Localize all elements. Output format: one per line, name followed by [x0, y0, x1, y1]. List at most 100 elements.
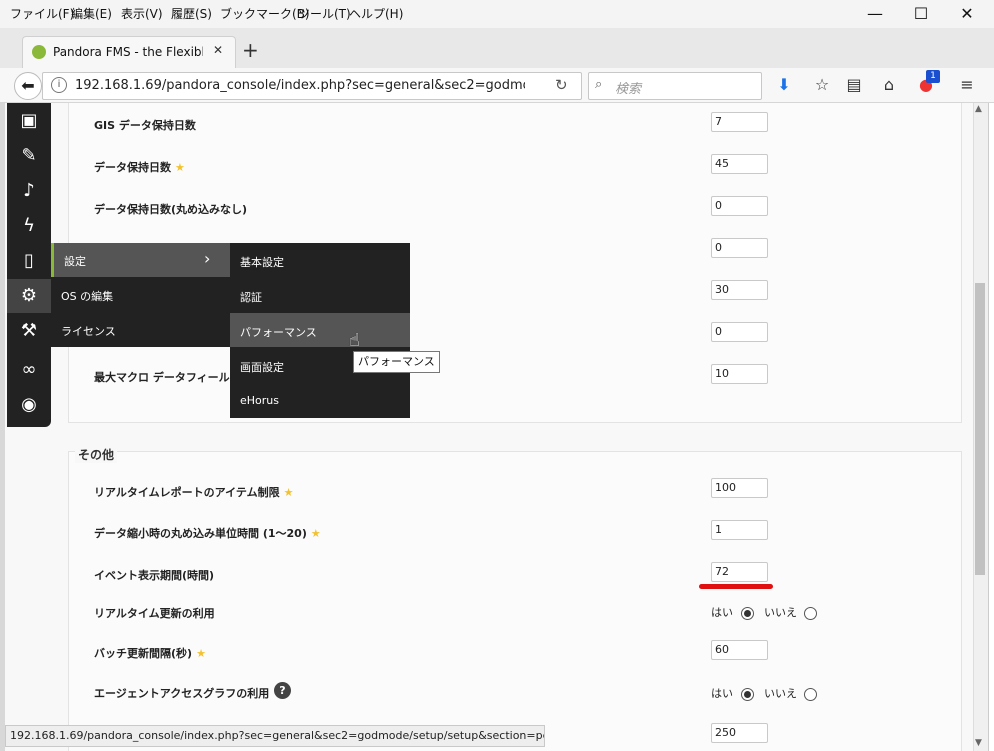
- ehorus-icon[interactable]: ◉: [7, 388, 51, 422]
- right-window-frame: [988, 103, 994, 751]
- radio-no-label: いいえ: [764, 687, 797, 700]
- data-retention-input[interactable]: 45: [711, 154, 768, 174]
- realtime-no-radio[interactable]: [804, 607, 817, 620]
- red-underline-annotation: [699, 584, 773, 589]
- close-window-button[interactable]: ✕: [944, 0, 990, 28]
- batch-interval-input[interactable]: 60: [711, 640, 768, 660]
- setting-label: 最大マクロ データフィールド: [94, 371, 241, 384]
- menu-edit[interactable]: 編集(E): [71, 5, 112, 22]
- menu-tools[interactable]: ツール(T): [298, 5, 351, 22]
- reader-icon[interactable]: ▤: [842, 74, 866, 96]
- realtime-report-limit-input[interactable]: 100: [711, 478, 768, 498]
- star-icon: ★: [196, 647, 206, 660]
- gis-retention-input[interactable]: 7: [711, 112, 768, 132]
- setting-label: データ保持日数 ★: [94, 161, 185, 174]
- scroll-up-icon[interactable]: ▲: [975, 104, 982, 114]
- setting-label: イベント表示期間(時間): [94, 569, 215, 582]
- menu-item-label: ライセンス: [61, 325, 116, 338]
- hand-cursor-icon: ☝: [349, 330, 360, 351]
- data-retention-raw-input[interactable]: 0: [711, 196, 768, 216]
- tooltip: パフォーマンス: [353, 351, 440, 373]
- info-icon[interactable]: i: [51, 77, 67, 93]
- submenu-label: 基本設定: [240, 256, 284, 269]
- chevron-right-icon: ›: [204, 249, 211, 268]
- status-bar-url: 192.168.1.69/pandora_console/index.php?s…: [5, 725, 545, 747]
- tools-icon[interactable]: ⚒: [7, 314, 51, 348]
- star-icon: ★: [175, 161, 185, 174]
- wrench-icon[interactable]: ✎: [7, 139, 51, 173]
- menu-history[interactable]: 履歴(S): [171, 5, 212, 22]
- menu-item-label: OS の編集: [61, 290, 114, 303]
- search-placeholder: 検索: [615, 82, 642, 97]
- device-icon[interactable]: ▯: [7, 244, 51, 278]
- star-icon: ★: [283, 486, 294, 499]
- rounding-unit-input[interactable]: 1: [711, 520, 768, 540]
- bell-icon[interactable]: ♪: [7, 174, 51, 208]
- notification-badge: 1: [926, 70, 940, 83]
- macro-field-input[interactable]: 10: [711, 364, 768, 384]
- search-icon: ⌕: [595, 77, 603, 92]
- home-icon[interactable]: ⌂: [877, 74, 901, 96]
- browser-tab[interactable]: Pandora FMS - the Flexible M ✕: [22, 36, 236, 69]
- submenu-label: 認証: [240, 291, 262, 304]
- search-bar[interactable]: ⌕ 検索: [588, 72, 762, 100]
- submenu-ehorus[interactable]: eHorus: [230, 383, 410, 417]
- submenu-performance[interactable]: パフォーマンス: [230, 313, 410, 347]
- setting-label: エージェントアクセスグラフの利用: [94, 687, 270, 700]
- setting-input[interactable]: 30: [711, 280, 768, 300]
- menu-bar: ファイル(F) 編集(E) 表示(V) 履歴(S) ブックマーク(B) ツール(…: [0, 0, 994, 29]
- pandora-sidebar: ▣ ✎ ♪ ϟ ▯ ⚙ ⚒ ∞ ◉: [7, 103, 51, 427]
- page-content: GIS データ保持日数 7 データ保持日数 ★ 45 データ保持日数(丸め込みなし…: [5, 103, 973, 751]
- menu-bookmarks[interactable]: ブックマーク(B): [220, 5, 310, 22]
- setting-label: リアルタイム更新の利用: [94, 607, 215, 620]
- url-text: 192.168.1.69/pandora_console/index.php?s…: [75, 78, 525, 93]
- link-icon[interactable]: ∞: [7, 353, 51, 387]
- submenu-general[interactable]: 基本設定: [230, 243, 410, 277]
- submenu-label: eHorus: [240, 394, 279, 407]
- menu-help[interactable]: ヘルプ(H): [349, 5, 403, 22]
- realtime-yes-radio[interactable]: [741, 607, 754, 620]
- setting-label: リアルタイムレポートのアイテム制限 ★: [94, 486, 294, 499]
- menu-item-setup[interactable]: 設定 ›: [51, 243, 233, 277]
- setup-submenu: 基本設定 認証 パフォーマンス 画面設定 eHorus: [230, 243, 410, 418]
- submenu-label: パフォーマンス: [240, 326, 317, 339]
- minimize-button[interactable]: —: [852, 0, 898, 28]
- contact-card-icon[interactable]: ▣: [7, 104, 51, 138]
- url-bar[interactable]: i 192.168.1.69/pandora_console/index.php…: [42, 72, 582, 100]
- hamburger-icon[interactable]: ≡: [955, 74, 979, 96]
- back-arrow-icon[interactable]: ⬅: [14, 72, 42, 100]
- radio-no-label: いいえ: [764, 606, 797, 619]
- scroll-down-icon[interactable]: ▼: [975, 738, 982, 748]
- setting-label: データ保持日数(丸め込みなし): [94, 203, 248, 216]
- setting-input[interactable]: 0: [711, 238, 768, 258]
- setting-label: データ縮小時の丸め込み単位時間 (1〜20) ★: [94, 527, 321, 540]
- close-tab-icon[interactable]: ✕: [213, 43, 223, 57]
- setting-label: バッチ更新間隔(秒) ★: [94, 647, 206, 660]
- menu-item-license[interactable]: ライセンス: [51, 313, 230, 347]
- agent-graph-no-radio[interactable]: [804, 688, 817, 701]
- menu-view[interactable]: 表示(V): [121, 5, 163, 22]
- maximize-button[interactable]: ☐: [898, 0, 944, 28]
- submenu-label: 画面設定: [240, 361, 284, 374]
- menu-file[interactable]: ファイル(F): [10, 5, 74, 22]
- submenu-auth[interactable]: 認証: [230, 278, 410, 312]
- scrollbar-thumb[interactable]: [975, 283, 985, 575]
- gear-icon[interactable]: ⚙: [7, 279, 51, 313]
- setting-input[interactable]: 250: [711, 723, 768, 743]
- event-view-hours-input[interactable]: 72: [711, 562, 768, 582]
- setup-menu: 設定 › OS の編集 ライセンス: [51, 243, 233, 347]
- menu-item-os-edit[interactable]: OS の編集: [51, 278, 230, 312]
- reload-icon[interactable]: ↻: [555, 76, 568, 94]
- star-icon: ★: [310, 527, 321, 540]
- star-icon[interactable]: ☆: [810, 74, 834, 96]
- setting-input[interactable]: 0: [711, 322, 768, 342]
- setting-label: GIS データ保持日数: [94, 119, 196, 132]
- download-icon[interactable]: ⬇: [772, 74, 796, 96]
- lightning-icon[interactable]: ϟ: [7, 209, 51, 243]
- help-icon[interactable]: ?: [274, 682, 291, 699]
- pandora-favicon-icon: [32, 45, 46, 59]
- radio-yes-label: はい: [711, 687, 733, 700]
- new-tab-button[interactable]: +: [242, 38, 259, 62]
- agent-graph-yes-radio[interactable]: [741, 688, 754, 701]
- menu-item-label: 設定: [64, 255, 86, 268]
